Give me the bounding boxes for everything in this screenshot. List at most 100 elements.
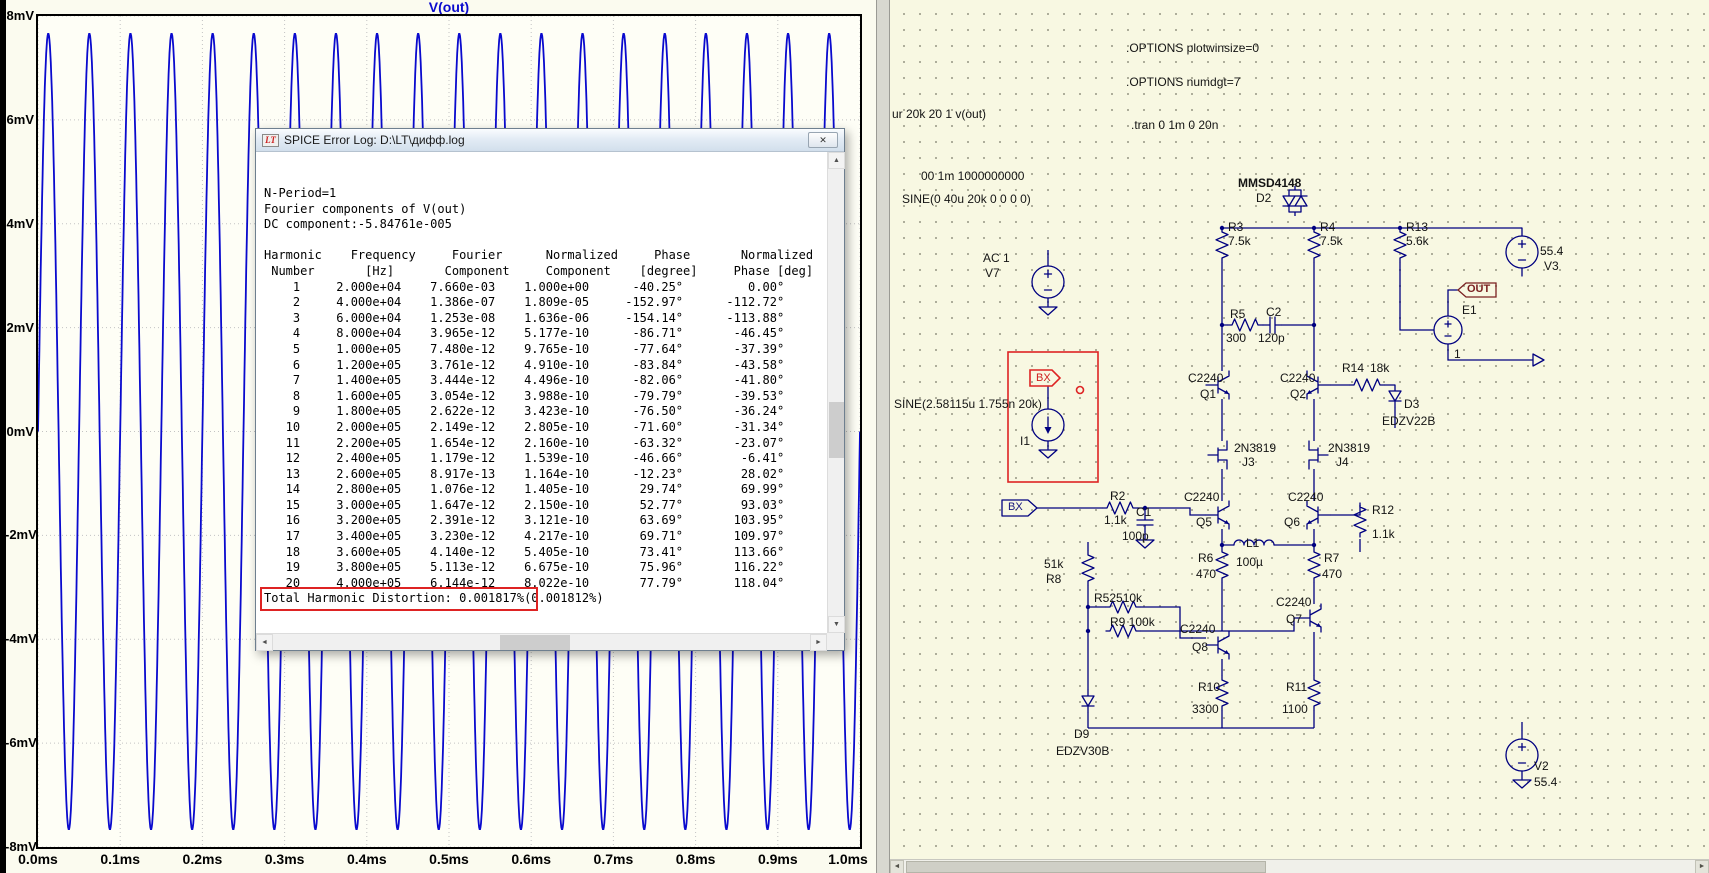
schematic-label-q7-ref: Q7: [1286, 612, 1303, 626]
schematic-label-v3-val: 55.4: [1540, 244, 1564, 258]
diode-D3: [1388, 384, 1402, 408]
schematic-label-q8-model: C2240: [1180, 622, 1216, 636]
schematic-label-d2-ref: D2: [1256, 191, 1272, 205]
scrollbar-corner: [827, 633, 844, 650]
jfet-J3: [1207, 440, 1228, 470]
schematic-label-startup-cmd: 00 1m 1000000000: [921, 169, 1025, 183]
thd-result: Total Harmonic Distortion: 0.001817%(0.0…: [260, 587, 827, 612]
y-tick-label: 0mV: [6, 423, 34, 439]
resistor-R7: [1307, 547, 1321, 583]
dialog-titlebar[interactable]: LT SPICE Error Log: D:\LT\дифф.log ✕: [256, 129, 844, 152]
schematic-label-r14-ref: R14: [1342, 361, 1365, 375]
x-tick-label: 0.6ms: [511, 851, 552, 867]
schematic-label-v7-ac: AC 1: [983, 251, 1010, 265]
schematic-label-i1-sine: SINE(2.58115u 1.755n 20k): [894, 397, 1042, 411]
schematic-label-q8-ref: Q8: [1192, 640, 1209, 654]
schematic-label-j3-model: 2N3819: [1234, 441, 1277, 455]
schematic-window: .OPTIONS plotwinsize=0 .OPTIONS numdgt=7 u…: [890, 0, 1709, 873]
schematic-label-v7-ref: V7: [985, 266, 1000, 280]
ground-symbol: [1038, 449, 1058, 459]
x-tick-label: 0.5ms: [429, 851, 469, 867]
dialog-vertical-scrollbar[interactable]: ▲ ▼: [827, 152, 845, 633]
schematic-label-r5-val: 300: [1226, 331, 1247, 345]
window-divider: [876, 0, 890, 873]
scroll-right-icon[interactable]: ►: [1695, 860, 1709, 873]
schematic-label-i1-ref: I1: [1020, 434, 1031, 448]
scroll-right-icon[interactable]: ►: [810, 634, 827, 651]
schematic-label-r13-val: 5.6k: [1406, 234, 1429, 248]
x-tick-label: 0.2ms: [182, 851, 223, 867]
schematic-label-r14-val: 18k: [1370, 361, 1390, 375]
scroll-left-icon[interactable]: ◄: [890, 860, 904, 873]
resistor-R14: [1349, 378, 1385, 392]
resistor-R8: [1081, 550, 1095, 586]
schematic-label-four-cmd: ur 20k 20 1 v(out): [892, 107, 987, 121]
schematic-label-r10-ref: R10: [1198, 680, 1221, 694]
schematic-label-r10-val: 3300: [1192, 702, 1219, 716]
schematic-label-r13-ref: R13: [1406, 220, 1429, 234]
schematic-label-c2-val: 120p: [1258, 331, 1285, 345]
ground-symbol: [1038, 306, 1058, 316]
schematic-label-r3-val: 7.5k: [1228, 234, 1251, 248]
scrollbar-thumb[interactable]: [500, 635, 570, 650]
diode-D9: [1081, 689, 1095, 713]
schematic-label-q2-ref: Q2: [1290, 387, 1307, 401]
schematic-label-r11-ref: R11: [1286, 680, 1308, 694]
scroll-down-icon[interactable]: ▼: [828, 616, 845, 633]
log-content[interactable]: N-Period=1 Fourier components of V(out) …: [256, 152, 827, 633]
ltspice-app: V(out) 8mV 6mV 4mV 2mV 0mV -2mV -4mV -6mV -8mV 0…: [0, 0, 1709, 873]
schematic-label-v3-ref: V3: [1544, 259, 1559, 273]
y-tick-label: -4mV: [5, 631, 37, 647]
schematic-label-r6-val: 470: [1196, 567, 1217, 581]
scroll-up-icon[interactable]: ▲: [828, 152, 845, 169]
x-tick-label: 0.7ms: [593, 851, 634, 867]
schematic-label-tran-cmd: .tran 0 1m 0 20n: [1131, 118, 1219, 132]
schematic-label-q7-model: C2240: [1276, 595, 1312, 609]
fourier-table: N-Period=1 Fourier components of V(out) …: [264, 186, 814, 590]
schematic-symbols[interactable]: [1001, 189, 1545, 789]
schematic-label-e1-gain: 1: [1454, 347, 1461, 361]
red-marker-dot: [1075, 385, 1085, 395]
scroll-left-icon[interactable]: ◄: [256, 634, 273, 651]
schematic-label-j4-ref: J4: [1336, 455, 1349, 469]
voltage-source-V3: [1505, 227, 1539, 277]
x-tick-label: 1.0ms: [828, 851, 868, 867]
diode-D2b: [1294, 189, 1308, 213]
schematic-label-c1-val: 100p: [1122, 529, 1149, 543]
schematic-label-r8-ref: R8: [1046, 572, 1062, 586]
schematic-label-opt-plotwinsize: .OPTIONS plotwinsize=0: [1126, 41, 1260, 55]
scrollbar-thumb[interactable]: [829, 402, 844, 459]
y-tick-label: 4mV: [6, 215, 34, 231]
scrollbar-thumb[interactable]: [906, 861, 1266, 873]
schematic-label-q6-model: C2240: [1288, 490, 1324, 504]
close-icon[interactable]: ✕: [808, 132, 838, 148]
dependent-source-E1: [1433, 315, 1463, 345]
y-tick-label: -6mV: [5, 735, 37, 751]
x-tick-label: 0.9ms: [757, 851, 798, 867]
resistor-R6: [1215, 547, 1229, 583]
schematic-label-port-out: OUT: [1467, 283, 1491, 295]
schematic-label-e1-ref: E1: [1462, 303, 1477, 317]
schematic-canvas[interactable]: [890, 0, 1709, 859]
schematic-label-v7-sine: SINE(0 40u 20k 0 0 0 0): [902, 192, 1031, 206]
x-tick-label: 0.4ms: [346, 851, 387, 867]
schematic-label-l1-val: 100µ: [1236, 555, 1263, 569]
schematic-label-j4-model: 2N3819: [1328, 441, 1371, 455]
resistor-R13: [1393, 227, 1407, 263]
schematic-label-r7-ref: R7: [1324, 551, 1340, 565]
schematic-horizontal-scrollbar[interactable]: ◄ ►: [890, 859, 1709, 873]
schematic-label-v2-val: 55.4: [1534, 775, 1558, 789]
schematic-label-r3-ref: R3: [1228, 220, 1244, 234]
y-tick-label: 2mV: [6, 319, 34, 335]
schematic-label-q5-model: C2240: [1184, 490, 1220, 504]
schematic-label-r5-ref: R5: [1230, 307, 1246, 321]
resistor-R11: [1307, 675, 1321, 711]
dialog-horizontal-scrollbar[interactable]: ◄ ►: [256, 633, 827, 651]
schematic-label-port-bx-in: BX: [1008, 501, 1023, 513]
schematic-label-d3-model: EDZV22B: [1382, 414, 1436, 428]
schematic-label-d9-ref: D9: [1074, 727, 1090, 741]
voltage-source-V7: [1031, 257, 1065, 307]
y-tick-label: 6mV: [6, 111, 34, 127]
schematic-label-q1-ref: Q1: [1200, 387, 1217, 401]
diode-D2a: [1282, 189, 1296, 213]
